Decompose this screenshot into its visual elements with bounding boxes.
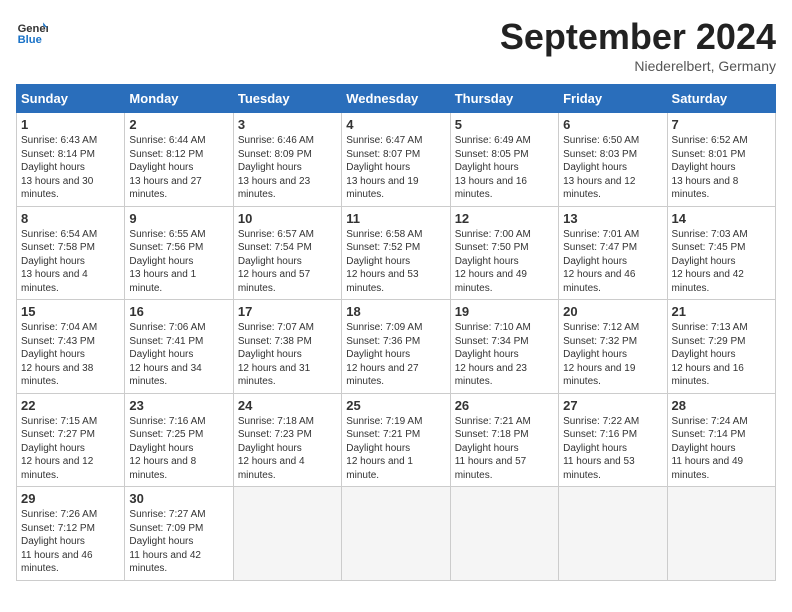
table-row: 17 Sunrise: 7:07 AMSunset: 7:38 PMDaylig…	[233, 300, 341, 394]
table-row: 27 Sunrise: 7:22 AMSunset: 7:16 PMDaylig…	[559, 393, 667, 487]
calendar-week-row: 15 Sunrise: 7:04 AMSunset: 7:43 PMDaylig…	[17, 300, 776, 394]
calendar-week-row: 8 Sunrise: 6:54 AMSunset: 7:58 PMDayligh…	[17, 206, 776, 300]
header-row: Sunday Monday Tuesday Wednesday Thursday…	[17, 85, 776, 113]
table-row: 11 Sunrise: 6:58 AMSunset: 7:52 PMDaylig…	[342, 206, 450, 300]
calendar-week-row: 29 Sunrise: 7:26 AMSunset: 7:12 PMDaylig…	[17, 487, 776, 581]
calendar-table: Sunday Monday Tuesday Wednesday Thursday…	[16, 84, 776, 581]
table-row: 18 Sunrise: 7:09 AMSunset: 7:36 PMDaylig…	[342, 300, 450, 394]
table-row: 6 Sunrise: 6:50 AMSunset: 8:03 PMDayligh…	[559, 113, 667, 207]
table-row: 23 Sunrise: 7:16 AMSunset: 7:25 PMDaylig…	[125, 393, 233, 487]
empty-cell	[559, 487, 667, 581]
table-row: 30 Sunrise: 7:27 AMSunset: 7:09 PMDaylig…	[125, 487, 233, 581]
table-row: 1 Sunrise: 6:43 AMSunset: 8:14 PMDayligh…	[17, 113, 125, 207]
table-row: 2 Sunrise: 6:44 AMSunset: 8:12 PMDayligh…	[125, 113, 233, 207]
table-row: 24 Sunrise: 7:18 AMSunset: 7:23 PMDaylig…	[233, 393, 341, 487]
logo: General Blue	[16, 16, 48, 48]
empty-cell	[667, 487, 775, 581]
col-wednesday: Wednesday	[342, 85, 450, 113]
empty-cell	[342, 487, 450, 581]
table-row: 3 Sunrise: 6:46 AMSunset: 8:09 PMDayligh…	[233, 113, 341, 207]
table-row: 21 Sunrise: 7:13 AMSunset: 7:29 PMDaylig…	[667, 300, 775, 394]
table-row: 16 Sunrise: 7:06 AMSunset: 7:41 PMDaylig…	[125, 300, 233, 394]
col-sunday: Sunday	[17, 85, 125, 113]
table-row: 14 Sunrise: 7:03 AMSunset: 7:45 PMDaylig…	[667, 206, 775, 300]
table-row: 15 Sunrise: 7:04 AMSunset: 7:43 PMDaylig…	[17, 300, 125, 394]
calendar-week-row: 1 Sunrise: 6:43 AMSunset: 8:14 PMDayligh…	[17, 113, 776, 207]
col-saturday: Saturday	[667, 85, 775, 113]
table-row: 5 Sunrise: 6:49 AMSunset: 8:05 PMDayligh…	[450, 113, 558, 207]
table-row: 20 Sunrise: 7:12 AMSunset: 7:32 PMDaylig…	[559, 300, 667, 394]
col-friday: Friday	[559, 85, 667, 113]
col-thursday: Thursday	[450, 85, 558, 113]
table-row: 28 Sunrise: 7:24 AMSunset: 7:14 PMDaylig…	[667, 393, 775, 487]
table-row: 10 Sunrise: 6:57 AMSunset: 7:54 PMDaylig…	[233, 206, 341, 300]
table-row: 13 Sunrise: 7:01 AMSunset: 7:47 PMDaylig…	[559, 206, 667, 300]
table-row: 19 Sunrise: 7:10 AMSunset: 7:34 PMDaylig…	[450, 300, 558, 394]
table-row: 12 Sunrise: 7:00 AMSunset: 7:50 PMDaylig…	[450, 206, 558, 300]
page-header: General Blue September 2024 Niederelbert…	[16, 16, 776, 74]
table-row: 9 Sunrise: 6:55 AMSunset: 7:56 PMDayligh…	[125, 206, 233, 300]
table-row: 8 Sunrise: 6:54 AMSunset: 7:58 PMDayligh…	[17, 206, 125, 300]
col-tuesday: Tuesday	[233, 85, 341, 113]
empty-cell	[450, 487, 558, 581]
logo-icon: General Blue	[16, 16, 48, 48]
title-block: September 2024 Niederelbert, Germany	[500, 16, 776, 74]
empty-cell	[233, 487, 341, 581]
table-row: 26 Sunrise: 7:21 AMSunset: 7:18 PMDaylig…	[450, 393, 558, 487]
svg-text:Blue: Blue	[18, 34, 42, 46]
table-row: 4 Sunrise: 6:47 AMSunset: 8:07 PMDayligh…	[342, 113, 450, 207]
location: Niederelbert, Germany	[500, 58, 776, 74]
calendar-week-row: 22 Sunrise: 7:15 AMSunset: 7:27 PMDaylig…	[17, 393, 776, 487]
table-row: 22 Sunrise: 7:15 AMSunset: 7:27 PMDaylig…	[17, 393, 125, 487]
table-row: 29 Sunrise: 7:26 AMSunset: 7:12 PMDaylig…	[17, 487, 125, 581]
table-row: 25 Sunrise: 7:19 AMSunset: 7:21 PMDaylig…	[342, 393, 450, 487]
table-row: 7 Sunrise: 6:52 AMSunset: 8:01 PMDayligh…	[667, 113, 775, 207]
col-monday: Monday	[125, 85, 233, 113]
month-title: September 2024	[500, 16, 776, 58]
